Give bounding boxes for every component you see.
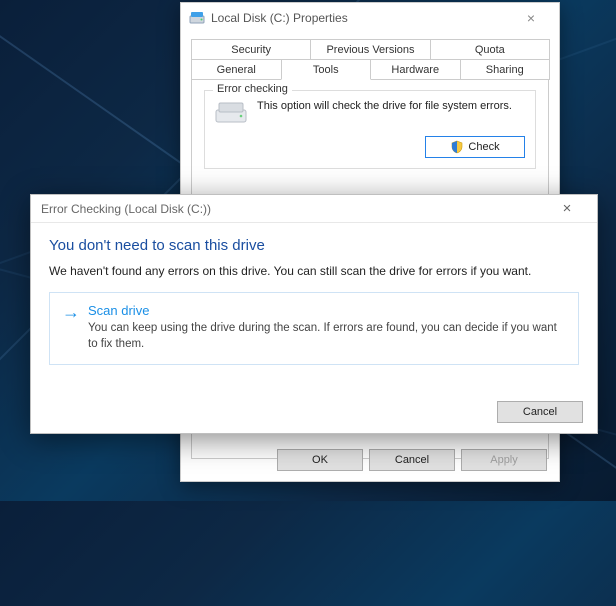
tab-quota[interactable]: Quota: [430, 39, 550, 60]
error-checking-dialog: Error Checking (Local Disk (C:)) × You d…: [30, 194, 598, 434]
tab-tools[interactable]: Tools: [281, 59, 372, 80]
window-title: Local Disk (C:) Properties: [211, 11, 511, 25]
check-button[interactable]: Check: [425, 136, 525, 158]
ok-label: OK: [312, 454, 328, 466]
titlebar: Local Disk (C:) Properties ×: [181, 3, 559, 33]
dialog-buttons: Cancel: [497, 401, 583, 423]
cancel-label: Cancel: [395, 454, 429, 466]
close-icon[interactable]: ×: [547, 200, 587, 217]
apply-label: Apply: [490, 454, 518, 466]
apply-button: Apply: [461, 449, 547, 471]
arrow-right-icon: →: [62, 303, 80, 321]
shield-icon: [450, 140, 464, 154]
check-button-label: Check: [468, 141, 499, 153]
dialog-subtext: We haven't found any errors on this driv…: [49, 264, 579, 278]
tab-sharing[interactable]: Sharing: [460, 59, 551, 80]
error-checking-group: Error checking This option will check th…: [204, 90, 536, 169]
drive-icon: [189, 10, 205, 26]
dialog-cancel-label: Cancel: [523, 406, 557, 418]
tab-previous-versions[interactable]: Previous Versions: [310, 39, 430, 60]
dialog-titlebar: Error Checking (Local Disk (C:)) ×: [31, 195, 597, 223]
properties-buttons: OK Cancel Apply: [277, 449, 547, 471]
group-description: This option will check the drive for fil…: [257, 99, 512, 114]
scan-drive-title: Scan drive: [88, 303, 566, 318]
tab-general[interactable]: General: [191, 59, 282, 80]
cancel-button[interactable]: Cancel: [369, 449, 455, 471]
hdd-icon: [215, 102, 247, 126]
close-icon[interactable]: ×: [511, 10, 551, 26]
scan-drive-desc: You can keep using the drive during the …: [88, 320, 566, 352]
tab-security[interactable]: Security: [191, 39, 311, 60]
tab-hardware[interactable]: Hardware: [370, 59, 461, 80]
tab-row-1: Security Previous Versions Quota: [191, 39, 549, 60]
group-title: Error checking: [213, 83, 292, 95]
scan-drive-option[interactable]: → Scan drive You can keep using the driv…: [49, 292, 579, 365]
dialog-heading: You don't need to scan this drive: [49, 237, 579, 254]
dialog-cancel-button[interactable]: Cancel: [497, 401, 583, 423]
ok-button[interactable]: OK: [277, 449, 363, 471]
dialog-title: Error Checking (Local Disk (C:)): [41, 202, 547, 216]
dialog-body: You don't need to scan this drive We hav…: [31, 223, 597, 375]
tab-row-2: General Tools Hardware Sharing: [191, 59, 549, 80]
